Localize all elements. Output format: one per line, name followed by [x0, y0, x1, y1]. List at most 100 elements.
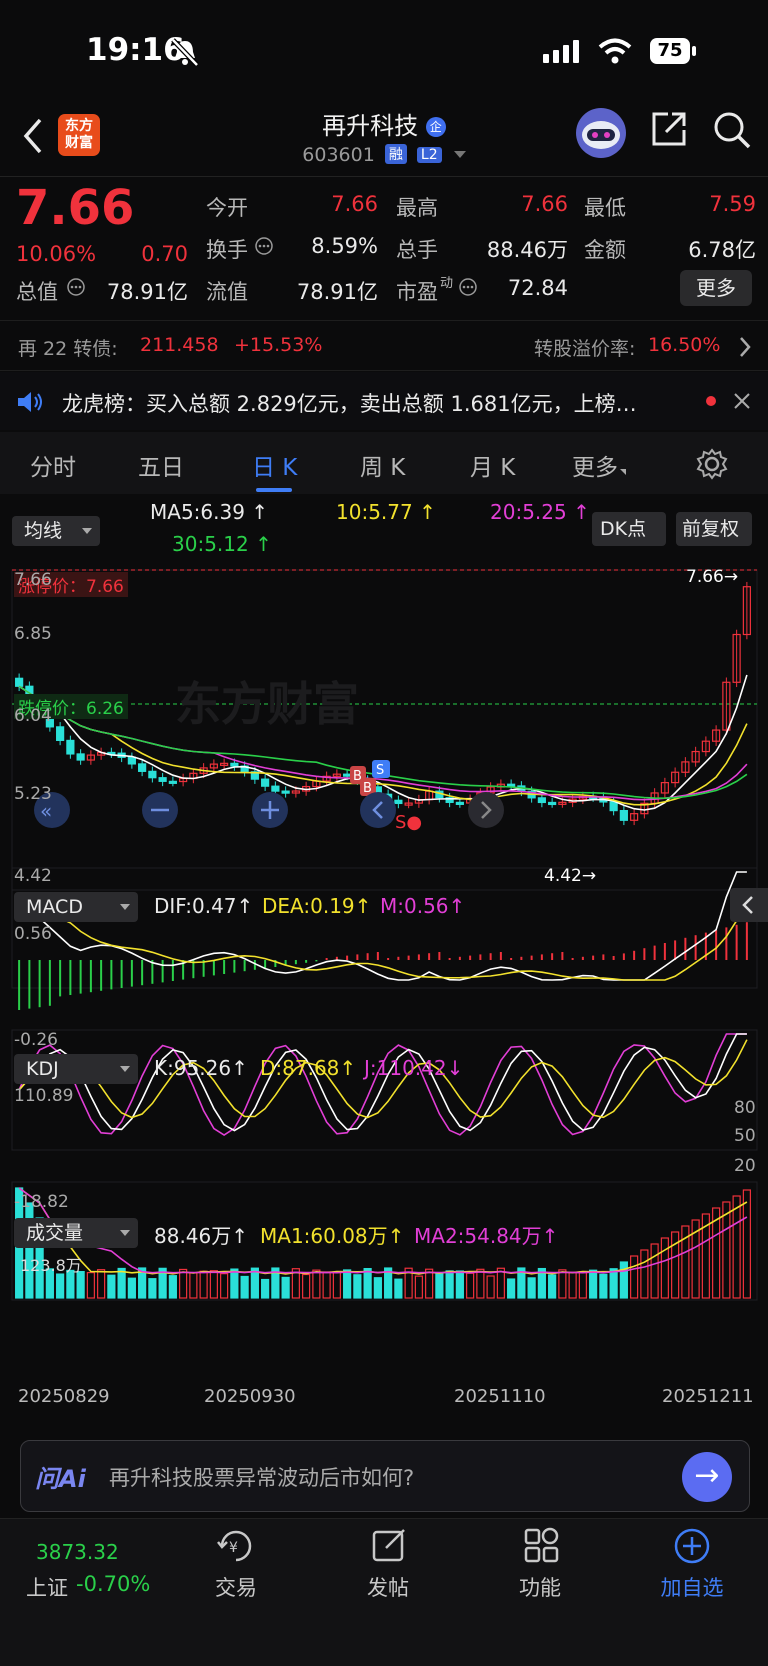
index-name[interactable]: 上证: [26, 1572, 68, 1602]
collapse-panel-button[interactable]: [730, 888, 768, 922]
volume-bar: [363, 1268, 372, 1299]
convertible-bond-row[interactable]: 再 22 转债: 211.458 +15.53% 转股溢价率: 16.50%: [0, 322, 768, 370]
volume-bar: [332, 1271, 341, 1299]
volume-bar: [455, 1270, 464, 1299]
search-icon[interactable]: [712, 110, 752, 150]
volume-selector[interactable]: 成交量: [14, 1218, 138, 1248]
volume-bar: [640, 1249, 649, 1299]
nav-post[interactable]: 发帖: [338, 1572, 438, 1602]
axis-label-bottom: 4.42: [14, 866, 52, 886]
kdj-level-80: 80: [734, 1098, 756, 1118]
candle: [343, 773, 352, 777]
index-value[interactable]: 3873.32: [36, 1540, 119, 1564]
watermark: 东方财富: [175, 677, 359, 731]
ma10-label: 10:5.77 ↑: [336, 500, 436, 524]
kdj-k: K:95.26↑: [154, 1056, 248, 1080]
arrow-right-icon[interactable]: →: [682, 1452, 732, 1502]
nav-trade[interactable]: 交易: [186, 1572, 286, 1602]
volume-bar: [732, 1195, 741, 1299]
volume-ma2: MA2:54.84万↑: [414, 1224, 559, 1248]
volume-axis-top: 123.8万: [20, 1256, 82, 1275]
candle: [138, 763, 147, 772]
active-tab-indicator: [256, 488, 292, 492]
info-icon[interactable]: [254, 236, 274, 256]
sell-signal-marker: S●: [395, 812, 422, 833]
ma5-label: MA5:6.39 ↑: [150, 500, 269, 524]
volume-bar: [281, 1276, 290, 1299]
candle: [548, 801, 557, 806]
tab-five-day[interactable]: 五日: [138, 448, 184, 482]
chevron-left-icon: [742, 896, 753, 914]
macd-dea: DEA:0.19↑: [262, 894, 372, 918]
volume-bar: [619, 1261, 628, 1299]
add-watchlist-icon[interactable]: [672, 1526, 712, 1566]
tab-intraday[interactable]: 分时: [30, 448, 76, 482]
ai-prompt: 再升科技股票异常波动后市如何?: [109, 1466, 415, 1490]
ai-question-bar[interactable]: 问Ai 再升科技股票异常波动后市如何?: [20, 1440, 750, 1512]
candle: [15, 677, 24, 687]
info-icon[interactable]: [66, 277, 86, 297]
date-label: 20250829: [18, 1386, 110, 1407]
ai-brand: 问Ai: [35, 1465, 86, 1493]
grid-functions-icon[interactable]: [522, 1526, 562, 1566]
macd-m: M:0.56↑: [380, 894, 466, 918]
dk-points-button[interactable]: DK点: [592, 512, 666, 546]
yuan-trade-icon[interactable]: ¥: [216, 1526, 256, 1566]
tab-monthly-k[interactable]: 月 K: [470, 448, 515, 482]
pe-dynamic-marker: 动: [440, 276, 454, 291]
label-market-cap: 总值: [16, 280, 58, 304]
gear-icon[interactable]: [696, 448, 728, 480]
volume-bar: [117, 1267, 126, 1299]
volume-bar: [589, 1269, 598, 1299]
robot-assistant-icon[interactable]: [574, 106, 628, 160]
tab-weekly-k[interactable]: 周 K: [360, 448, 405, 482]
tab-daily-k[interactable]: 日 K: [252, 448, 297, 482]
max-price-mark: 7.66→: [686, 567, 739, 587]
chevron-down-icon: [120, 904, 130, 910]
kline-ma-lines: [18, 674, 748, 811]
forward-adjust-button[interactable]: 前复权: [676, 512, 752, 546]
volume-bar: [127, 1277, 136, 1299]
volume-bar: [261, 1278, 270, 1299]
volume-bar: [189, 1272, 198, 1299]
candle: [271, 785, 280, 792]
ma20-label: 20:5.25 ↑: [490, 500, 590, 524]
enterprise-badge: 企: [425, 117, 446, 137]
chevron-right-icon: [740, 337, 751, 357]
tab-more[interactable]: 更多: [572, 448, 626, 482]
kdj-selector[interactable]: KDJ: [14, 1054, 138, 1084]
candle: [609, 801, 618, 812]
kline-chart-area[interactable]: 东方财富 B B S S● «: [0, 560, 768, 1430]
scroll-left-icon[interactable]: [360, 792, 396, 828]
l2-tag: L2: [416, 147, 442, 163]
volume-bar: [230, 1268, 239, 1299]
stock-header: 东方 财富 再升科技 企 603601 融 L2: [0, 100, 768, 177]
close-icon[interactable]: [733, 392, 751, 410]
volume-bar: [742, 1189, 751, 1299]
nav-add-watchlist[interactable]: 加自选: [642, 1572, 742, 1602]
volume-value: 88.46万↑: [154, 1224, 249, 1248]
more-button[interactable]: 更多: [680, 270, 752, 306]
value-amount: 6.78亿: [688, 238, 756, 262]
battery-icon: 75: [650, 38, 690, 64]
volume-bar: [209, 1270, 218, 1299]
volume-bar: [609, 1268, 618, 1299]
axis-label-top: 7.66: [14, 570, 52, 590]
nav-functions[interactable]: 功能: [490, 1572, 590, 1602]
share-icon[interactable]: [650, 110, 688, 148]
macd-selector[interactable]: MACD: [14, 892, 138, 922]
ma-selector[interactable]: 均线: [12, 516, 100, 546]
value-float-cap: 78.91亿: [296, 280, 378, 304]
date-label: 20251211: [662, 1386, 754, 1407]
volume-bar: [568, 1271, 577, 1299]
volume-bar: [148, 1278, 157, 1299]
info-icon[interactable]: [458, 277, 478, 297]
edit-post-icon[interactable]: [370, 1526, 410, 1566]
dragon-tiger-row[interactable]: 龙虎榜：买入总额 2.829亿元，卖出总额 1.681亿元，上榜…: [0, 372, 768, 430]
candle: [76, 753, 85, 761]
volume-bar: [578, 1271, 587, 1299]
ma-line-30: [18, 685, 748, 800]
candle: [507, 783, 516, 787]
signal-icon: [543, 40, 579, 63]
scroll-right-icon[interactable]: [468, 792, 504, 828]
